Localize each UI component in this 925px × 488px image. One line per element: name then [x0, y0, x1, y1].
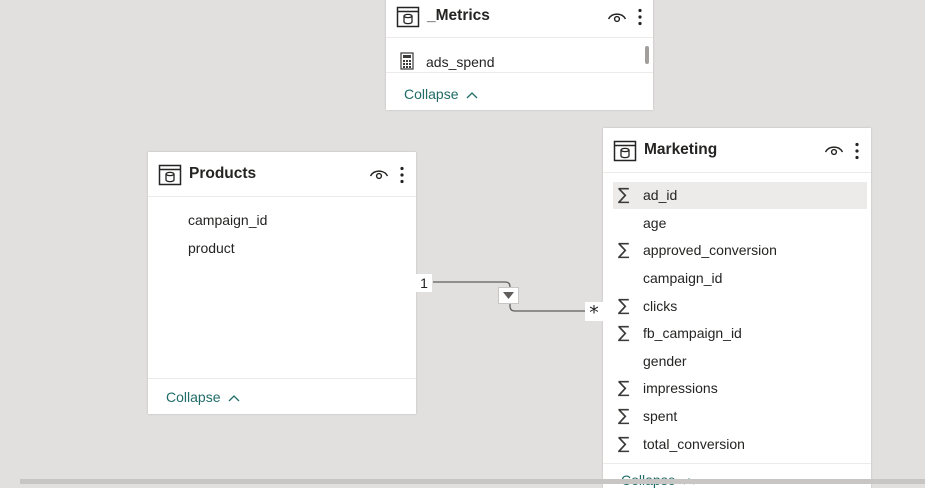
eye-icon[interactable]	[607, 10, 627, 24]
eye-icon[interactable]	[369, 167, 389, 181]
field-label: ad_id	[643, 187, 678, 203]
sigma-icon: ∑	[618, 240, 630, 260]
field-row-total-conversion[interactable]: ∑ total_conversion	[613, 431, 867, 458]
field-label: total_conversion	[643, 436, 745, 452]
field-row-ad-id[interactable]: ∑ ad_id	[613, 182, 867, 209]
field-label: gender	[643, 353, 687, 369]
marketing-table-card[interactable]: Marketing ∑ ad_id age ∑ approved_convers…	[603, 128, 871, 488]
field-row-fb-campaign-id[interactable]: ∑ fb_campaign_id	[613, 320, 867, 347]
field-label: spent	[643, 408, 678, 424]
cardinality-one-label: 1	[420, 275, 428, 291]
more-options-icon[interactable]	[854, 142, 860, 160]
sigma-icon: ∑	[618, 378, 630, 398]
vertical-scrollbar[interactable]	[645, 46, 649, 64]
field-row-clicks[interactable]: ∑ clicks	[613, 293, 867, 320]
metrics-collapse-button[interactable]: Collapse	[404, 86, 478, 102]
table-icon	[158, 164, 182, 186]
table-icon	[613, 140, 637, 162]
sigma-icon: ∑	[618, 296, 630, 316]
products-table-header[interactable]: Products	[148, 152, 416, 197]
field-row-approved-conversion[interactable]: ∑ approved_conversion	[613, 237, 867, 264]
field-row-spent[interactable]: ∑ spent	[613, 403, 867, 430]
cardinality-one-badge: 1	[416, 274, 432, 292]
divider	[603, 463, 871, 464]
divider	[148, 378, 416, 379]
metrics-table-header[interactable]: _Metrics	[386, 0, 653, 38]
table-icon	[396, 6, 420, 28]
marketing-table-header[interactable]: Marketing	[603, 128, 871, 173]
field-campaign-id[interactable]: campaign_id	[188, 207, 267, 233]
field-label: approved_conversion	[643, 242, 777, 258]
field-product[interactable]: product	[188, 235, 235, 261]
sigma-icon: ∑	[618, 406, 630, 426]
calculator-icon	[400, 52, 414, 70]
field-row-age[interactable]: age	[613, 210, 867, 237]
field-label: clicks	[643, 298, 678, 314]
collapse-label: Collapse	[166, 389, 221, 405]
products-table-card[interactable]: Products campaign_id product Collapse	[148, 152, 416, 414]
field-label: fb_campaign_id	[643, 325, 742, 341]
chevron-up-icon	[228, 395, 240, 402]
more-options-icon[interactable]	[399, 166, 405, 184]
more-options-icon[interactable]	[637, 8, 643, 26]
products-collapse-button[interactable]: Collapse	[166, 389, 240, 405]
sigma-icon: ∑	[618, 323, 630, 343]
triangle-down-icon	[503, 292, 514, 299]
field-row-gender[interactable]: gender	[613, 348, 867, 375]
field-label: impressions	[643, 380, 718, 396]
products-table-title: Products	[189, 165, 257, 182]
field-label: campaign_id	[643, 270, 723, 286]
field-row-campaign-id[interactable]: campaign_id	[613, 265, 867, 292]
metrics-table-card[interactable]: _Metrics ads_spend Collapse	[386, 0, 653, 110]
horizontal-scrollbar[interactable]	[20, 479, 925, 484]
sigma-icon: ∑	[618, 434, 630, 454]
field-row-impressions[interactable]: ∑ impressions	[613, 375, 867, 402]
sigma-icon: ∑	[618, 185, 630, 205]
divider	[386, 72, 653, 73]
cardinality-many-label: *	[589, 302, 599, 324]
eye-icon[interactable]	[824, 143, 844, 157]
collapse-label: Collapse	[404, 86, 459, 102]
filter-direction-icon[interactable]	[498, 287, 519, 304]
field-label: age	[643, 215, 667, 231]
cardinality-many-badge: *	[585, 302, 603, 324]
chevron-up-icon	[466, 92, 478, 99]
metrics-table-title: _Metrics	[427, 7, 490, 24]
marketing-table-title: Marketing	[644, 141, 718, 158]
